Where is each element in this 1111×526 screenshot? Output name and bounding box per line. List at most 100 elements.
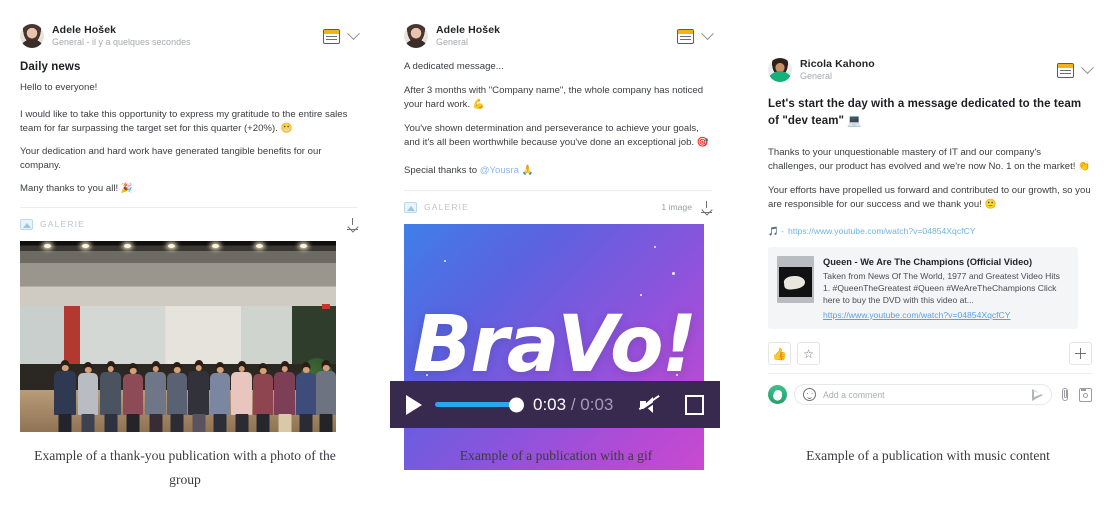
avatar xyxy=(768,58,792,82)
play-icon[interactable] xyxy=(406,394,422,415)
photo-person xyxy=(100,372,121,433)
photo-person xyxy=(78,373,98,433)
post-header-3: Ricola Kahono General xyxy=(768,58,1094,82)
reaction-bar: 👍 ☆ xyxy=(768,341,1092,367)
video-progress-slider[interactable] xyxy=(435,397,524,412)
divider xyxy=(20,207,358,209)
comment-input-wrapper[interactable]: Add a comment xyxy=(794,384,1052,406)
add-reaction-button[interactable] xyxy=(1069,342,1092,366)
post-paragraph: Thanks to your unquestionable mastery of… xyxy=(768,147,1091,173)
mute-icon[interactable] xyxy=(640,396,662,413)
post-paragraph: Your efforts have propelled us forward a… xyxy=(768,185,1091,211)
music-link-line[interactable]: 🎵 - https://www.youtube.com/watch?v=0485… xyxy=(768,226,1092,237)
avatar xyxy=(404,24,428,48)
image-icon xyxy=(20,218,33,230)
post-paragraph: After 3 months with "Company name", the … xyxy=(404,84,704,110)
photo-ceiling xyxy=(20,241,336,315)
gallery-count: 1 image xyxy=(661,202,692,213)
youtube-card-body: Queen - We Are The Champions (Official V… xyxy=(823,256,1069,320)
post-paragraph-mention: Special thanks to @Yousra 🙏 xyxy=(404,164,712,178)
thumbs-up-icon: 👍 xyxy=(772,346,787,361)
image-upload-icon[interactable] xyxy=(1079,387,1092,402)
fullscreen-icon[interactable] xyxy=(684,394,704,415)
favorite-button[interactable]: ☆ xyxy=(797,342,820,366)
star-icon: ☆ xyxy=(803,346,814,361)
photo-person xyxy=(167,373,187,433)
post-meta: General xyxy=(436,37,469,48)
photo-person xyxy=(54,371,76,433)
video-controls: 0:03 / 0:03 xyxy=(390,381,720,428)
post-paragraph: A dedicated message... xyxy=(404,61,504,72)
download-icon[interactable] xyxy=(347,218,358,231)
comment-bar: Add a comment xyxy=(768,382,1092,408)
comment-input[interactable]: Add a comment xyxy=(823,390,1025,400)
post-paragraph: Your dedication and hard work have gener… xyxy=(20,145,322,171)
video-time: 0:03 / 0:03 xyxy=(533,395,613,415)
group-photo[interactable] xyxy=(20,241,336,433)
caption-3: Example of a publication with music cont… xyxy=(806,448,1050,463)
youtube-preview-card[interactable]: Queen - We Are The Champions (Official V… xyxy=(768,246,1078,329)
mention-link[interactable]: @Yousra xyxy=(480,165,519,176)
photo-exit-sign xyxy=(322,304,330,310)
current-user-avatar xyxy=(768,385,787,405)
post-card-1: Adele Hošek General - il y a quelques se… xyxy=(20,24,360,433)
chevron-down-icon[interactable] xyxy=(1081,60,1094,74)
author-block: Ricola Kahono General xyxy=(800,58,875,82)
gif-text: BraVo! xyxy=(412,300,697,391)
post-paragraph: I would like to take this opportunity to… xyxy=(20,108,348,134)
chevron-down-icon[interactable] xyxy=(347,26,360,40)
post-header-actions xyxy=(323,26,360,44)
youtube-thumbnail xyxy=(777,255,814,303)
author-name: Ricola Kahono xyxy=(800,58,875,71)
photo-person xyxy=(210,373,230,433)
photo-person xyxy=(188,371,209,433)
mention-suffix: 🙏 xyxy=(519,164,534,176)
plus-icon xyxy=(1075,348,1086,360)
like-button[interactable]: 👍 xyxy=(768,342,791,366)
post-paragraph: Hello to everyone! xyxy=(20,82,98,93)
youtube-title: Queen - We Are The Champions (Official V… xyxy=(823,256,1033,267)
video-current-time: 0:03 xyxy=(532,394,567,414)
divider xyxy=(404,190,712,192)
gallery-label: GALERIE xyxy=(40,219,85,230)
attachment-icon[interactable] xyxy=(1059,387,1072,402)
download-icon[interactable] xyxy=(701,201,712,214)
gallery-label: GALERIE xyxy=(424,202,469,213)
post-header-2: Adele Hošek General xyxy=(404,24,714,48)
music-link-url[interactable]: https://www.youtube.com/watch?v=04854Xqc… xyxy=(788,226,976,236)
photo-person xyxy=(296,373,316,433)
chevron-down-icon[interactable] xyxy=(701,26,714,40)
video-time-separator: / xyxy=(570,394,576,414)
video-progress-knob[interactable] xyxy=(508,397,524,412)
photo-person xyxy=(274,372,295,433)
news-icon[interactable] xyxy=(677,28,694,44)
post-header-actions xyxy=(1057,60,1094,78)
post-header-1: Adele Hošek General - il y a quelques se… xyxy=(20,24,360,48)
author-name: Adele Hošek xyxy=(52,24,117,37)
screenshot-root: Adele Hošek General - il y a quelques se… xyxy=(0,0,1111,526)
photo-person xyxy=(253,374,273,433)
photo-person xyxy=(231,372,252,433)
post-title: Let's start the day with a message dedic… xyxy=(768,98,1082,127)
photo-backwall xyxy=(20,306,336,364)
avatar xyxy=(20,24,44,48)
image-icon xyxy=(404,201,417,213)
post-paragraph: Many thanks to you all! 🎉 xyxy=(20,182,133,194)
gif-media[interactable]: BraVo! xyxy=(404,224,704,471)
post-header-actions xyxy=(677,26,714,44)
author-block: Adele Hošek General - il y a quelques se… xyxy=(52,24,191,48)
post-meta: General xyxy=(800,71,833,82)
photo-person xyxy=(123,374,143,433)
video-total-time: 0:03 xyxy=(580,394,614,414)
author-block: Adele Hošek General xyxy=(436,24,500,48)
emoji-icon[interactable] xyxy=(803,388,816,402)
youtube-url[interactable]: https://www.youtube.com/watch?v=04854Xqc… xyxy=(823,310,1069,320)
caption-1: Example of a thank-you publication with … xyxy=(34,448,336,487)
thanks-text: Special thanks to xyxy=(404,164,480,176)
news-icon[interactable] xyxy=(323,28,340,44)
gallery-row: GALERIE 1 image xyxy=(404,197,712,217)
post-meta: General - il y a quelques secondes xyxy=(52,37,191,48)
post-card-3: Ricola Kahono General Let's start the da… xyxy=(768,58,1094,408)
news-icon[interactable] xyxy=(1057,62,1074,78)
send-icon[interactable] xyxy=(1032,388,1043,401)
